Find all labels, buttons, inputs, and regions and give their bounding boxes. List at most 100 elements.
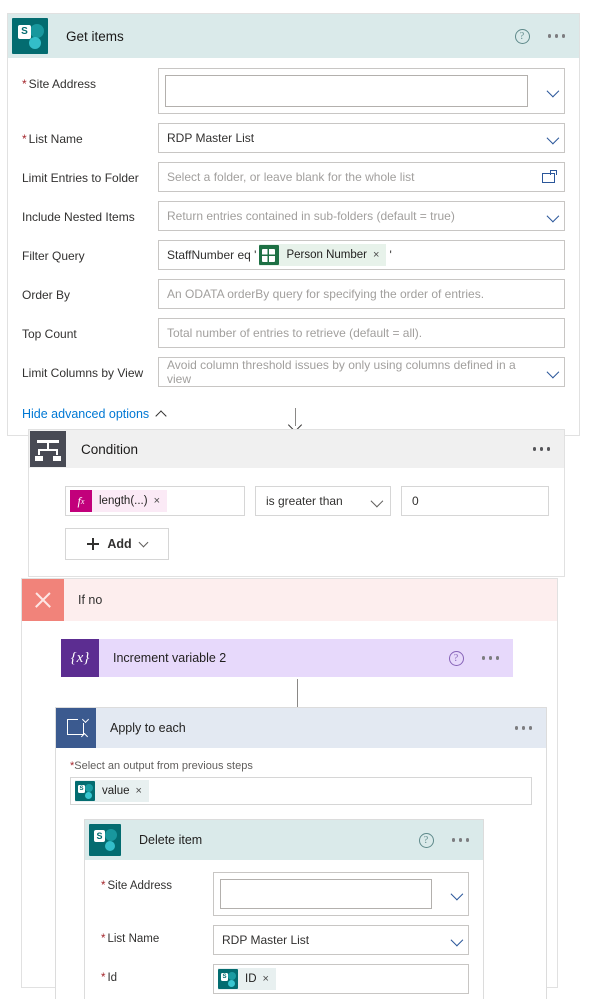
condition-row: fx length(...) × is greater than 0: [65, 486, 564, 516]
condition-operator-select[interactable]: is greater than: [255, 486, 391, 516]
token-label: length(...): [99, 495, 148, 507]
condition-title: Condition: [81, 441, 139, 457]
site-address-inner-box[interactable]: [165, 75, 528, 107]
folder-icon[interactable]: [542, 170, 557, 183]
field-limit-entries-to-folder: Limit Entries to Folder Select a folder,…: [22, 162, 565, 192]
site-address-input[interactable]: [158, 68, 565, 114]
limit-columns-view-input[interactable]: Avoid column threshold issues by only us…: [158, 357, 565, 387]
delete-item-header[interactable]: S Delete item ?: [85, 820, 483, 860]
condition-operator-value: is greater than: [266, 494, 343, 508]
token-id[interactable]: S ID ×: [218, 968, 276, 990]
increment-variable-title: Increment variable 2: [113, 651, 227, 665]
sharepoint-icon: S: [8, 14, 52, 58]
limit-entries-folder-input[interactable]: Select a folder, or leave blank for the …: [158, 162, 565, 192]
field-label: Limit Entries to Folder: [22, 171, 139, 185]
sharepoint-icon: S: [218, 969, 238, 989]
field-limit-columns-by-view: Limit Columns by View Avoid column thres…: [22, 357, 565, 387]
token-label: ID: [245, 973, 257, 985]
if-no-title: If no: [78, 593, 103, 607]
help-icon[interactable]: ?: [418, 832, 434, 848]
field-label: Top Count: [22, 327, 77, 341]
action-card-condition[interactable]: Condition fx length(...) × is greater th…: [28, 429, 565, 577]
token-remove-icon[interactable]: ×: [263, 973, 276, 985]
token-remove-icon[interactable]: ×: [136, 785, 149, 797]
list-name-input[interactable]: RDP Master List: [158, 123, 565, 153]
field-label: Filter Query: [22, 249, 85, 263]
condition-operand-field[interactable]: fx length(...) ×: [65, 486, 245, 516]
help-icon[interactable]: ?: [448, 650, 464, 666]
field-order-by: Order By An ODATA orderBy query for spec…: [22, 279, 565, 309]
delete-item-body: * Site Address * List Name RDP Master Li…: [85, 860, 483, 999]
apply-to-each-header[interactable]: Apply to each: [56, 708, 546, 748]
plus-icon: [87, 538, 100, 550]
help-icon[interactable]: ?: [514, 28, 530, 44]
add-condition-button[interactable]: Add: [65, 528, 169, 560]
chevron-up-icon: [155, 409, 167, 422]
token-remove-icon[interactable]: ×: [154, 495, 167, 507]
increment-variable-header[interactable]: {x} Increment variable 2 ?: [61, 639, 513, 677]
sharepoint-icon: S: [85, 820, 125, 860]
field-list-name: * List Name RDP Master List: [101, 925, 469, 955]
field-id: * Id S ID ×: [101, 964, 469, 994]
flow-designer-canvas: S Get items ? * Site Address * List Name…: [0, 0, 593, 999]
get-items-body: * Site Address * List Name RDP Master List: [8, 58, 579, 395]
filter-query-prefix: StaffNumber eq ': [167, 248, 257, 262]
field-site-address: * Site Address: [101, 872, 469, 916]
field-site-address: * Site Address: [22, 68, 565, 114]
field-label: Order By: [22, 288, 71, 302]
field-label: * List Name: [22, 132, 83, 146]
field-label: * Id: [101, 972, 118, 984]
loop-icon: [56, 708, 96, 748]
field-include-nested-items: Include Nested Items Return entries cont…: [22, 201, 565, 231]
excel-icon: [259, 245, 280, 265]
fx-icon: fx: [70, 490, 92, 512]
close-x-icon: [22, 579, 64, 621]
token-label: Person Number: [286, 249, 367, 261]
branch-if-no: If no {x} Increment variable 2 ? Apply t…: [21, 578, 558, 999]
more-options-icon[interactable]: [513, 722, 535, 734]
site-address-inner-box[interactable]: [220, 879, 432, 909]
field-label: * Site Address: [22, 77, 97, 91]
if-no-header[interactable]: If no: [22, 579, 557, 621]
variable-icon: {x}: [61, 639, 99, 677]
order-by-input[interactable]: An ODATA orderBy query for specifying th…: [158, 279, 565, 309]
select-output-field[interactable]: S value ×: [70, 777, 532, 805]
action-card-get-items[interactable]: S Get items ? * Site Address * List Name…: [7, 13, 580, 436]
token-person-number[interactable]: Person Number ×: [259, 244, 387, 266]
field-label: * Site Address: [101, 880, 173, 892]
field-label: Include Nested Items: [22, 210, 135, 224]
add-button-label: Add: [107, 537, 132, 551]
more-options-icon[interactable]: [531, 443, 553, 455]
include-nested-items-input[interactable]: Return entries contained in sub-folders …: [158, 201, 565, 231]
condition-header[interactable]: Condition: [29, 430, 564, 468]
token-value[interactable]: S value ×: [75, 780, 149, 802]
get-items-header[interactable]: S Get items ?: [8, 14, 579, 58]
more-options-icon[interactable]: [480, 652, 502, 664]
hide-advanced-options-link[interactable]: Hide advanced options: [22, 407, 167, 422]
more-options-icon[interactable]: [450, 834, 472, 846]
field-label: Limit Columns by View: [22, 366, 144, 380]
token-expression-length[interactable]: fx length(...) ×: [70, 490, 168, 512]
token-remove-icon[interactable]: ×: [373, 249, 386, 261]
get-items-title: Get items: [66, 28, 124, 44]
more-options-icon[interactable]: [546, 30, 568, 42]
apply-to-each-title: Apply to each: [110, 721, 186, 735]
filter-query-suffix: ': [389, 248, 392, 262]
field-filter-query: Filter Query StaffNumber eq ' Person Num…: [22, 240, 565, 270]
advanced-link-label: Hide advanced options: [22, 407, 150, 421]
condition-value-input[interactable]: 0: [401, 486, 549, 516]
condition-icon: [29, 430, 67, 468]
token-label: value: [102, 785, 130, 797]
action-card-delete-item[interactable]: S Delete item ? * Site Address * List Na…: [84, 819, 484, 999]
field-label: * List Name: [101, 933, 160, 945]
action-card-apply-to-each[interactable]: Apply to each *Select an output from pre…: [55, 707, 547, 999]
site-address-input[interactable]: [213, 872, 469, 916]
action-card-increment-variable[interactable]: {x} Increment variable 2 ?: [61, 639, 513, 677]
list-name-input[interactable]: RDP Master List: [213, 925, 469, 955]
id-input[interactable]: S ID ×: [213, 964, 469, 994]
top-count-input[interactable]: Total number of entries to retrieve (def…: [158, 318, 565, 348]
filter-query-input[interactable]: StaffNumber eq ' Person Number × ': [158, 240, 565, 270]
apply-to-each-body: *Select an output from previous steps S …: [56, 748, 546, 999]
select-output-label: *Select an output from previous steps: [70, 760, 253, 772]
chevron-down-icon[interactable]: [370, 494, 384, 508]
